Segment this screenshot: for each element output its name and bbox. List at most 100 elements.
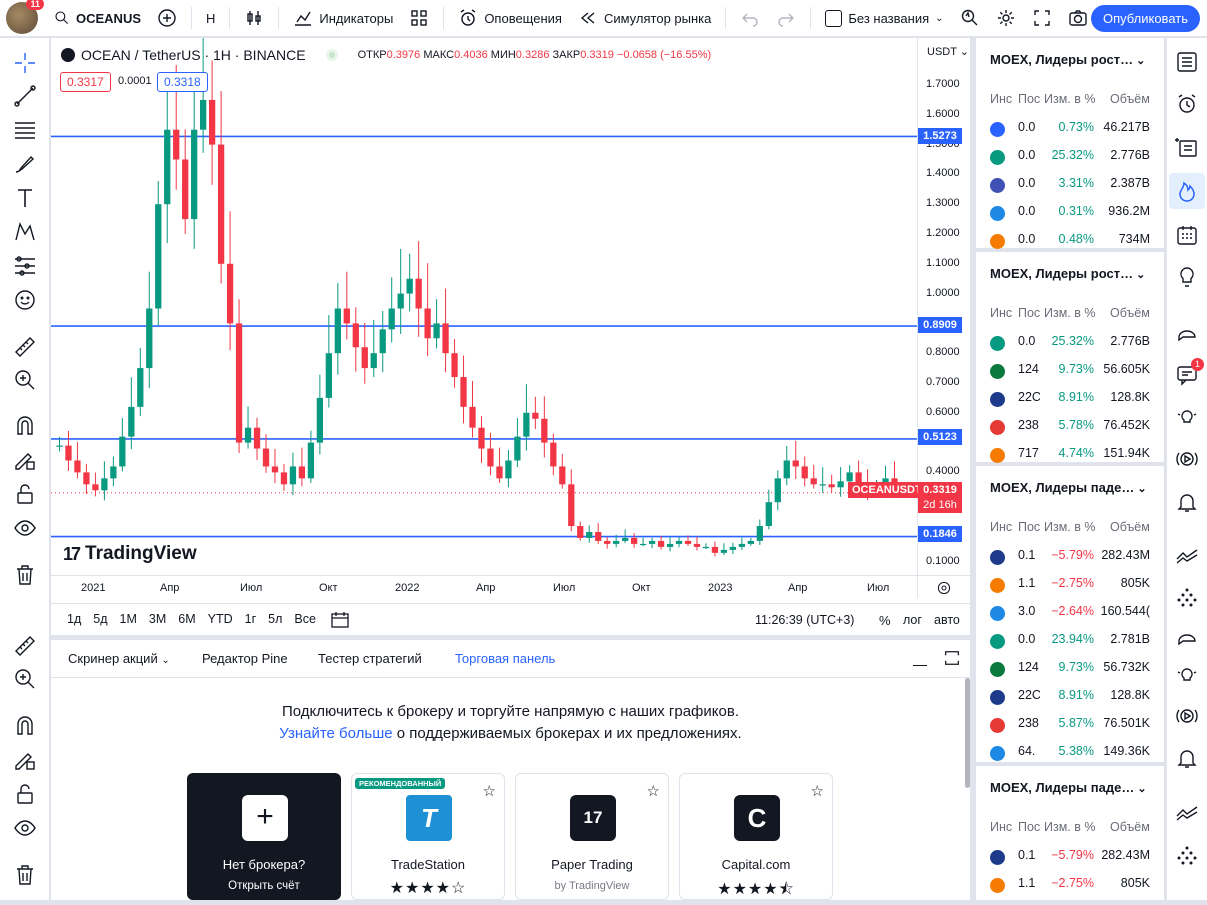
column-header[interactable]: Изм. в %	[1044, 92, 1104, 106]
range-3-button[interactable]: 3М	[143, 612, 172, 626]
column-header[interactable]: Изм. в %	[1044, 306, 1104, 320]
emoji-icon[interactable]	[13, 288, 37, 312]
watchlist-row[interactable]: 1.1 −2.75% 805K	[976, 572, 1164, 600]
watchlist-row[interactable]: 0.1 −5.79% 282.43M	[976, 844, 1164, 872]
range-5-button[interactable]: YTD	[202, 612, 239, 626]
learn-more-link[interactable]: Узнайте больше	[279, 725, 392, 742]
range-8-button[interactable]: Все	[288, 612, 322, 626]
column-header[interactable]: Пос	[1018, 92, 1042, 106]
lock-icon[interactable]	[13, 782, 37, 806]
broker-card-capital[interactable]: ☆ C Capital.com ★★★★⯪	[679, 773, 833, 900]
column-header[interactable]: Объём	[1110, 306, 1160, 320]
watchlist-row[interactable]: 22C 8.91% 128.8K	[976, 386, 1164, 414]
symbol-title[interactable]: OCEAN / TetherUS · 1H · BINANCE	[81, 47, 306, 63]
zoom-in-icon[interactable]	[13, 667, 37, 691]
watchlist-row[interactable]: 0.0 25.32% 2.776B	[976, 144, 1164, 172]
watchlist-row[interactable]: 0.1 −5.79% 282.43M	[976, 544, 1164, 572]
watchlist-row[interactable]: 1.1 −2.75% 805K	[976, 872, 1164, 900]
magnet-icon[interactable]	[13, 714, 37, 738]
range-4-button[interactable]: 6М	[172, 612, 201, 626]
column-header[interactable]: Инс	[990, 92, 1016, 106]
dots-grid-icon[interactable]	[1175, 586, 1199, 610]
avatar[interactable]: 11	[6, 0, 44, 34]
chat-icon[interactable]	[1175, 319, 1199, 343]
brush-icon[interactable]	[13, 152, 37, 176]
goto-date-icon[interactable]	[330, 610, 350, 630]
dots-grid-icon[interactable]	[1175, 844, 1199, 868]
watchlist-icon[interactable]	[1175, 50, 1199, 74]
maximize-icon[interactable]	[943, 649, 961, 667]
magnet-icon[interactable]	[13, 414, 37, 438]
tab-trading-panel[interactable]: Торговая панель	[455, 651, 555, 666]
watchlist-title[interactable]: MOEX, Лидеры рост… ⌄	[990, 52, 1145, 67]
ask-price[interactable]: 0.3318	[157, 72, 208, 92]
watchlist-title[interactable]: MOEX, Лидеры рост… ⌄	[990, 266, 1145, 281]
undo-button[interactable]	[732, 0, 768, 37]
watchlist-row[interactable]: 0.0 25.32% 2.776B	[976, 330, 1164, 358]
watchlist-row[interactable]: 0.0 0.31% 936.2M	[976, 200, 1164, 228]
flame-icon[interactable]	[1175, 179, 1199, 203]
fib-retracement-icon[interactable]	[13, 118, 37, 142]
tab-stock-screener[interactable]: Скринер акций ⌄	[68, 651, 170, 666]
watchlist-row[interactable]: 124 9.73% 56.605K	[976, 358, 1164, 386]
compare-button[interactable]	[149, 0, 185, 37]
watchlist-row[interactable]: 0.0 3.31% 2.387B	[976, 172, 1164, 200]
column-header[interactable]: Инс	[990, 520, 1016, 534]
ruler-icon[interactable]	[13, 634, 37, 658]
trash-icon[interactable]	[13, 563, 37, 587]
crosshair-icon[interactable]	[13, 51, 37, 75]
column-header[interactable]: Изм. в %	[1044, 520, 1104, 534]
quick-search-button[interactable]	[952, 0, 988, 37]
interval-button[interactable]: H	[198, 0, 223, 37]
broadcast-icon[interactable]	[1175, 447, 1199, 471]
replay-button[interactable]: Симулятор рынка	[570, 0, 719, 37]
column-header[interactable]: Инс	[990, 306, 1016, 320]
chart-clock[interactable]: 11:26:39 (UTC+3)	[755, 613, 854, 627]
star-icon[interactable]: ☆	[811, 782, 824, 800]
chart-pane[interactable]: OCEAN / TetherUS · 1H · BINANCE ОТКР0.39…	[51, 38, 970, 635]
watchlist-row[interactable]: 124 9.73% 56.732K	[976, 656, 1164, 684]
column-header[interactable]: Объём	[1110, 92, 1160, 106]
pattern-icon[interactable]	[13, 220, 37, 244]
stay-drawing-icon[interactable]	[13, 448, 37, 472]
layout-menu-button[interactable]: Без названия ⌄	[817, 0, 951, 37]
layout-checkbox[interactable]	[825, 9, 843, 27]
symbol-search-button[interactable]: OCEANUS	[46, 0, 149, 37]
bid-price[interactable]: 0.3317	[60, 72, 111, 92]
tab-strategy-tester[interactable]: Тестер стратегий	[318, 651, 422, 666]
percent-toggle[interactable]: %	[879, 613, 891, 628]
watchlist-title[interactable]: MOEX, Лидеры паде… ⌄	[990, 780, 1147, 795]
zoom-in-icon[interactable]	[13, 368, 37, 392]
object-tree-icon[interactable]	[1175, 135, 1199, 159]
column-header[interactable]: Пос	[1018, 306, 1042, 320]
fullscreen-button[interactable]	[1024, 0, 1060, 37]
ideas-bulb-icon[interactable]	[1175, 265, 1199, 289]
watchlist-row[interactable]: 22C 8.91% 128.8K	[976, 684, 1164, 712]
broker-card-tradestation[interactable]: РЕКОМЕНДОВАННЫЙ ☆ T TradeStation ★★★★☆	[351, 773, 505, 900]
broker-card-open-account[interactable]: + Нет брокера? Открыть счёт	[187, 773, 341, 900]
range-1-button[interactable]: 5д	[87, 612, 113, 626]
star-icon[interactable]: ☆	[483, 782, 496, 800]
broker-card-paper-trading[interactable]: ☆ 17 Paper Trading by TradingView	[515, 773, 669, 900]
settings-button[interactable]	[988, 0, 1024, 37]
ruler-icon[interactable]	[13, 335, 37, 359]
axis-settings-icon[interactable]	[936, 580, 952, 596]
lock-icon[interactable]	[13, 482, 37, 506]
column-header[interactable]: Изм. в %	[1044, 820, 1104, 834]
tab-pine-editor[interactable]: Редактор Pine	[202, 651, 288, 666]
watchlist-row[interactable]: 64. 5.38% 149.36K	[976, 740, 1164, 768]
bulb-waves-icon[interactable]	[1175, 405, 1199, 429]
log-toggle[interactable]: лог	[903, 613, 922, 627]
watchlist-row[interactable]: 0.0 23.94% 2.781B	[976, 628, 1164, 656]
column-header[interactable]: Объём	[1110, 520, 1160, 534]
column-header[interactable]: Объём	[1110, 820, 1160, 834]
bell-icon[interactable]	[1175, 490, 1199, 514]
indicators-button[interactable]: Индикаторы	[285, 0, 401, 37]
text-tool-icon[interactable]	[13, 186, 37, 210]
prediction-icon[interactable]	[13, 254, 37, 278]
watchlist-row[interactable]: 238 5.87% 76.501K	[976, 712, 1164, 740]
auto-toggle[interactable]: авто	[934, 613, 960, 627]
column-header[interactable]: Пос	[1018, 520, 1042, 534]
column-header[interactable]: Инс	[990, 820, 1016, 834]
range-2-button[interactable]: 1М	[114, 612, 143, 626]
